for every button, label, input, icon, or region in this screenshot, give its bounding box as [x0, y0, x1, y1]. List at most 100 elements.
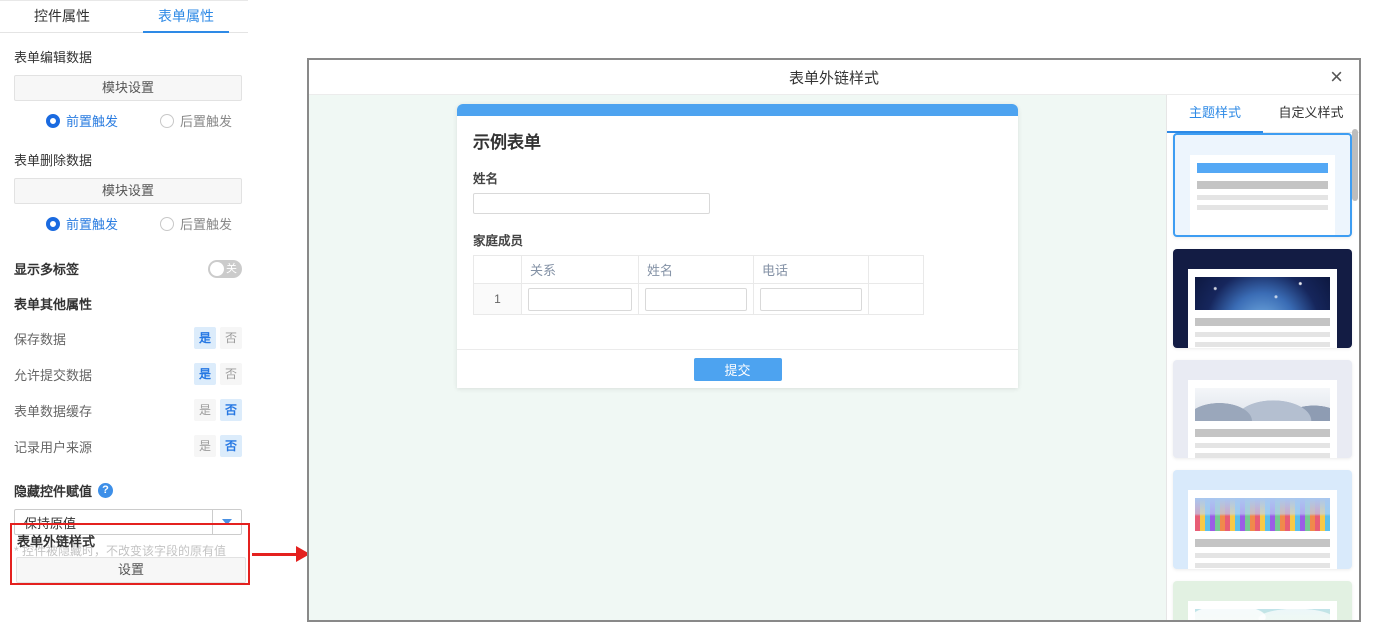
tab-form-properties[interactable]: 表单属性: [124, 1, 248, 32]
theme-preview: [1188, 380, 1337, 458]
relation-input[interactable]: [528, 288, 632, 311]
form-preview-area: 示例表单 姓名 家庭成员 关系 姓名 电话: [309, 95, 1166, 620]
external-link-settings-button[interactable]: 设置: [16, 557, 246, 583]
sidebar-body: 表单编辑数据 模块设置 前置触发 后置触发 表单删除数据 模块设置 前置触发: [0, 47, 248, 559]
form-card-body: 示例表单 姓名 家庭成员 关系 姓名 电话: [457, 116, 1018, 315]
theme-preview: [1190, 155, 1335, 235]
form-card-footer: 提交: [457, 349, 1018, 388]
pencils-image: [1195, 498, 1330, 531]
multi-tab-label: 显示多标签: [14, 259, 79, 278]
question-icon[interactable]: ?: [98, 483, 113, 498]
external-link-style-modal: 表单外链样式 × 示例表单 姓名 家庭成员: [307, 58, 1361, 622]
panel-scrollbar[interactable]: [1352, 129, 1358, 201]
modal-header: 表单外链样式 ×: [309, 60, 1359, 95]
tab-custom-style[interactable]: 自定义样式: [1263, 95, 1359, 132]
theme-preview: [1188, 601, 1337, 620]
theme-thumbnail-ink-mountains[interactable]: [1173, 360, 1352, 458]
theme-thumbnail-list: [1167, 133, 1359, 620]
user-source-label: 记录用户来源: [14, 437, 92, 456]
tab-control-properties[interactable]: 控件属性: [0, 1, 124, 32]
allow-submit-yes-button[interactable]: 是: [194, 363, 216, 385]
action-header-cell: [869, 256, 924, 284]
properties-sidebar: 控件属性 表单属性 表单编辑数据 模块设置 前置触发 后置触发 表单删除数据 模…: [0, 0, 248, 630]
form-edit-data-label: 表单编辑数据: [14, 47, 242, 66]
hidden-value-title: 隐藏控件赋值: [14, 481, 92, 500]
screen: 控件属性 表单属性 表单编辑数据 模块设置 前置触发 后置触发 表单删除数据 模…: [0, 0, 1389, 630]
annotation-arrow-icon: [252, 546, 310, 562]
radio-unselected-icon: [160, 217, 174, 231]
table-header-row: 关系 姓名 电话: [474, 256, 924, 284]
form-delete-data-label: 表单删除数据: [14, 150, 242, 169]
family-members-label: 家庭成员: [473, 230, 1002, 249]
action-cell: [869, 284, 924, 315]
phone-input[interactable]: [760, 288, 862, 311]
radio-label: 前置触发: [66, 214, 118, 233]
landscape-image: [1195, 609, 1330, 620]
radio-pre-trigger-delete[interactable]: 前置触发: [46, 214, 118, 233]
radio-label: 后置触发: [180, 214, 232, 233]
edit-trigger-radios: 前置触发 后置触发: [14, 111, 242, 130]
allow-submit-label: 允许提交数据: [14, 365, 92, 384]
submit-button[interactable]: 提交: [694, 358, 782, 381]
toggle-off-label: 关: [226, 262, 237, 276]
planet-image: [1195, 277, 1330, 310]
modal-body: 示例表单 姓名 家庭成员 关系 姓名 电话: [309, 95, 1359, 620]
index-header-cell: [474, 256, 522, 284]
name-input[interactable]: [473, 193, 710, 214]
theme-thumbnail-colored-pencils[interactable]: [1173, 470, 1352, 569]
radio-post-trigger-edit[interactable]: 后置触发: [160, 111, 232, 130]
toggle-knob-icon: [210, 262, 224, 276]
save-data-row: 保存数据 是 否: [14, 327, 242, 349]
radio-post-trigger-delete[interactable]: 后置触发: [160, 214, 232, 233]
radio-label: 前置触发: [66, 111, 118, 130]
user-source-yes-button[interactable]: 是: [194, 435, 216, 457]
radio-pre-trigger-edit[interactable]: 前置触发: [46, 111, 118, 130]
sample-form-card: 示例表单 姓名 家庭成员 关系 姓名 电话: [457, 104, 1018, 388]
family-members-table: 关系 姓名 电话 1: [473, 255, 924, 315]
sidebar-tabs: 控件属性 表单属性: [0, 1, 248, 33]
multi-tab-toggle[interactable]: 关: [208, 260, 242, 278]
theme-thumbnail-blue-classic[interactable]: [1173, 133, 1352, 237]
style-panel-tabs: 主题样式 自定义样式: [1167, 95, 1359, 133]
theme-thumbnail-starry-night[interactable]: [1173, 249, 1352, 348]
multi-tab-row: 显示多标签 关: [14, 259, 242, 278]
module-settings-button-edit[interactable]: 模块设置: [14, 75, 242, 101]
style-panel: 主题样式 自定义样式: [1166, 95, 1359, 620]
radio-unselected-icon: [160, 114, 174, 128]
module-settings-button-delete[interactable]: 模块设置: [14, 178, 242, 204]
table-row: 1: [474, 284, 924, 315]
relation-header: 关系: [522, 256, 639, 284]
external-link-style-title: 表单外链样式: [17, 531, 244, 550]
external-link-style-highlight: 表单外链样式 设置: [10, 523, 250, 585]
name-header: 姓名: [639, 256, 754, 284]
form-cache-yes-button[interactable]: 是: [194, 399, 216, 421]
radio-label: 后置触发: [180, 111, 232, 130]
mountains-image: [1195, 388, 1330, 421]
user-source-row: 记录用户来源 是 否: [14, 435, 242, 457]
phone-header: 电话: [754, 256, 869, 284]
form-cache-row: 表单数据缓存 是 否: [14, 399, 242, 421]
name-field-label: 姓名: [473, 168, 1002, 187]
member-name-input[interactable]: [645, 288, 747, 311]
row-index: 1: [474, 284, 522, 315]
tab-theme-style[interactable]: 主题样式: [1167, 95, 1263, 132]
other-props-title: 表单其他属性: [14, 294, 242, 313]
save-data-yes-button[interactable]: 是: [194, 327, 216, 349]
form-cache-label: 表单数据缓存: [14, 401, 92, 420]
modal-title: 表单外链样式: [789, 67, 879, 88]
allow-submit-no-button[interactable]: 否: [220, 363, 242, 385]
theme-preview: [1188, 490, 1337, 569]
allow-submit-row: 允许提交数据 是 否: [14, 363, 242, 385]
hidden-value-title-row: 隐藏控件赋值 ?: [14, 481, 242, 500]
form-cache-no-button[interactable]: 否: [220, 399, 242, 421]
save-data-no-button[interactable]: 否: [220, 327, 242, 349]
form-card-spacer: [457, 315, 1018, 349]
delete-trigger-radios: 前置触发 后置触发: [14, 214, 242, 233]
radio-selected-icon: [46, 114, 60, 128]
radio-selected-icon: [46, 217, 60, 231]
save-data-label: 保存数据: [14, 329, 66, 348]
theme-thumbnail-green-landscape[interactable]: [1173, 581, 1352, 620]
close-icon[interactable]: ×: [1330, 62, 1343, 92]
sample-form-title: 示例表单: [473, 128, 1002, 153]
user-source-no-button[interactable]: 否: [220, 435, 242, 457]
